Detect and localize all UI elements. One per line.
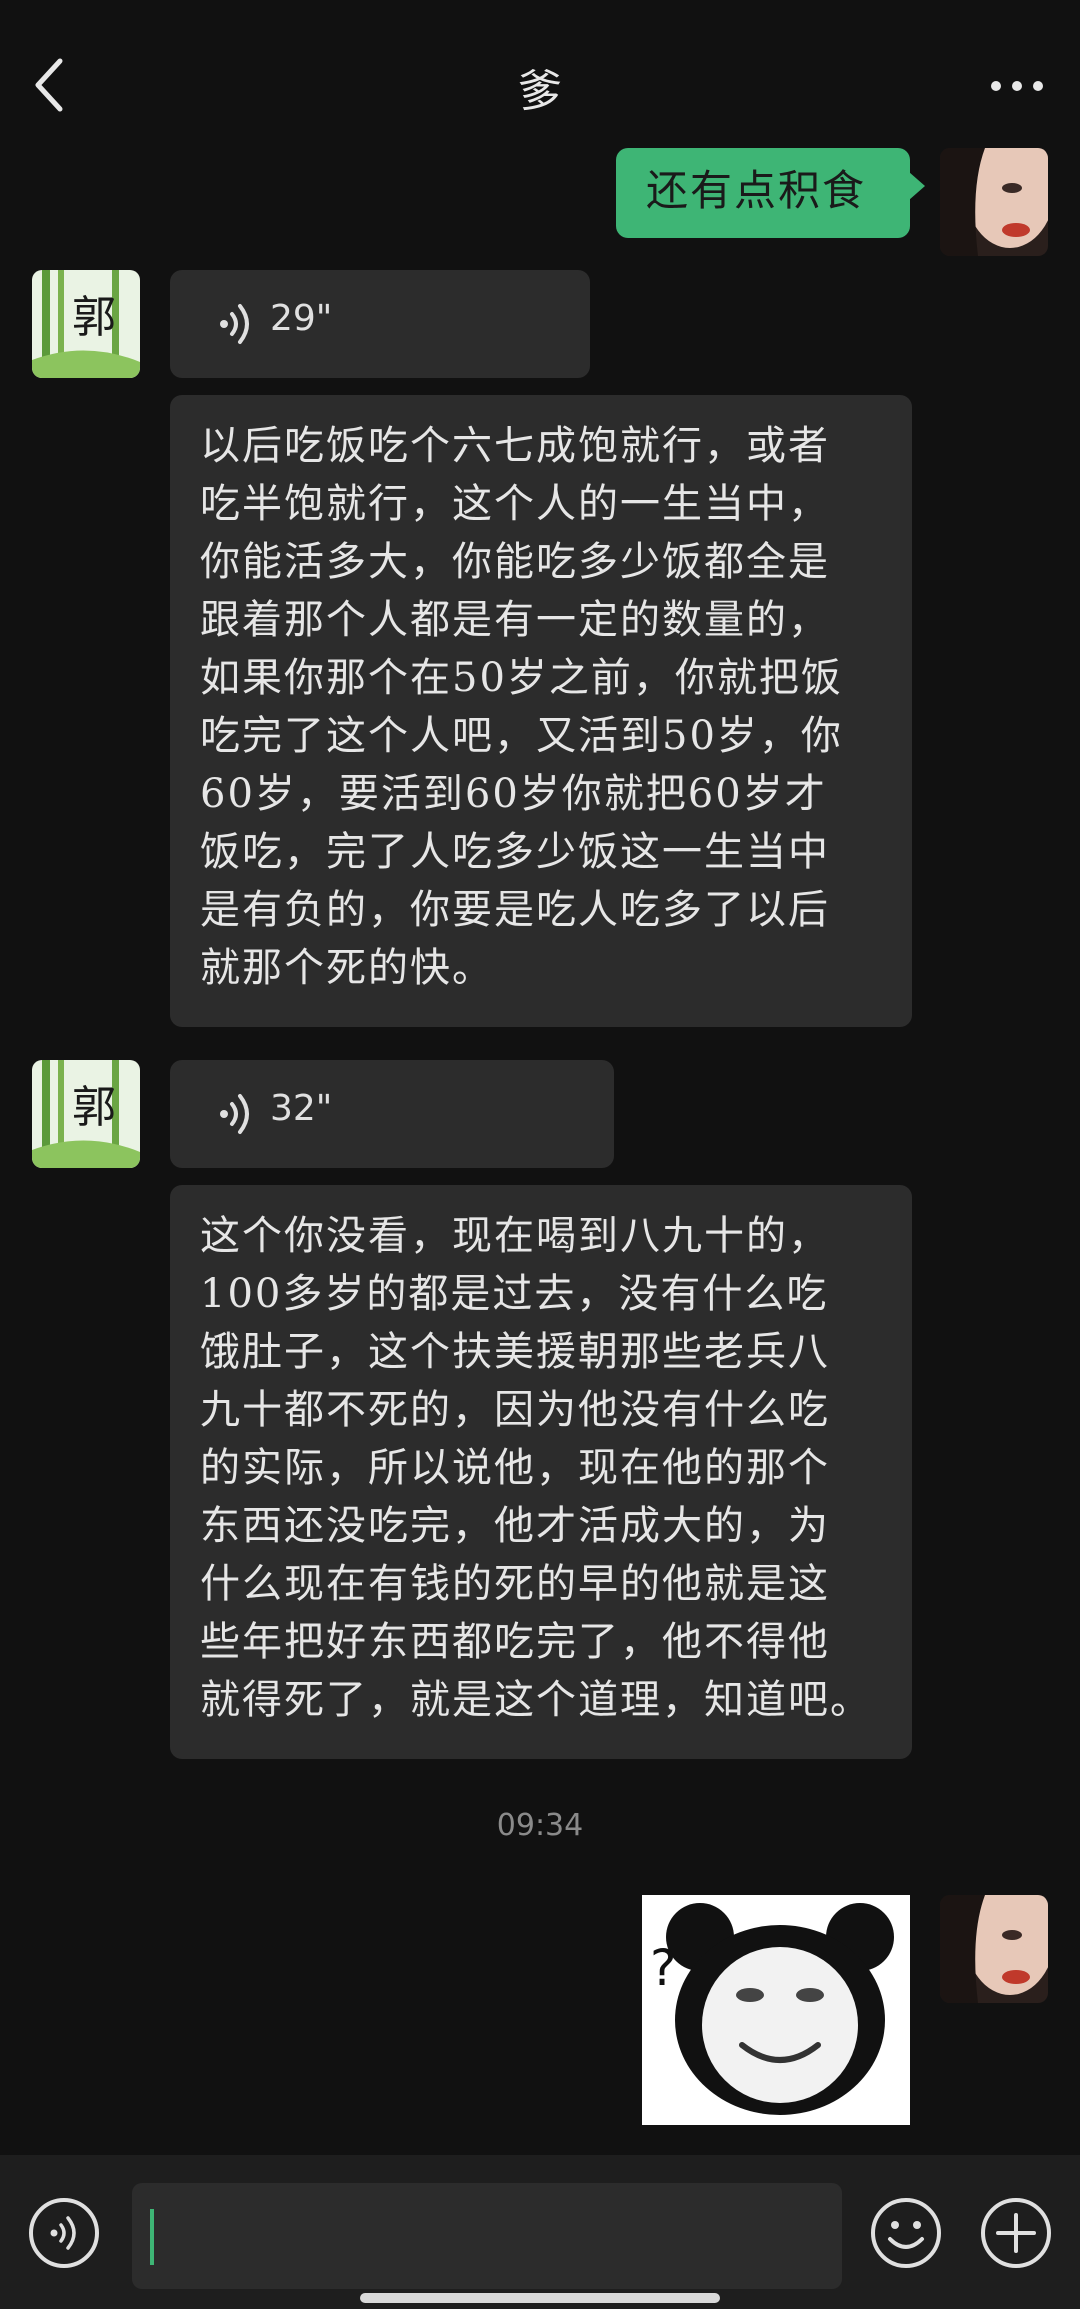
message-line: 吃完了这个人吧，又活到50岁，你 (200, 713, 843, 759)
message-line: 什么现在有钱的死的早的他就是这 (200, 1561, 830, 1607)
message-line: 以后吃饭吃个六七成饱就行，或者 (200, 423, 830, 469)
svg-text:?: ? (650, 1939, 677, 1997)
voice-duration: 29" (270, 298, 333, 339)
bubble-tail (909, 172, 925, 200)
timestamp: 09:34 (496, 1808, 584, 1843)
message-line: 饭吃，完了人吃多少饭这一生当中 (200, 829, 830, 875)
message-line: 东西还没吃完，他才活成大的，为 (200, 1503, 830, 1549)
message-input[interactable] (132, 2183, 842, 2289)
message-line: 就那个死的快。 (200, 945, 494, 991)
message-line: 60岁，要活到60岁你就把60岁才 (200, 771, 827, 817)
message-line: 如果你那个在50岁之前，你就把饭 (200, 655, 843, 701)
my-avatar[interactable] (940, 148, 1048, 256)
voice-wave-icon (218, 1090, 254, 1138)
smiley-icon[interactable] (870, 2197, 942, 2269)
voice-message[interactable]: 29" (170, 270, 590, 378)
dad-avatar[interactable]: 郭 (32, 1060, 140, 1168)
message-bubble-self[interactable]: 还有点积食 (616, 148, 910, 238)
svg-text:郭: 郭 (72, 292, 116, 343)
message-line: 是有负的，你要是吃人吃多了以后 (200, 887, 830, 933)
home-indicator (360, 2293, 720, 2303)
voice-wave-icon (218, 300, 254, 348)
voice-mode-icon[interactable] (28, 2197, 100, 2269)
message-line: 就得死了，就是这个道理，知道吧。 (200, 1677, 872, 1723)
svg-text:郭: 郭 (72, 1082, 116, 1133)
chat-header: 爹 (0, 0, 1080, 150)
my-avatar[interactable] (940, 1895, 1048, 2003)
voice-duration: 32" (270, 1088, 333, 1129)
message-line: 些年把好东西都吃完了，他不得他 (200, 1619, 830, 1665)
chat-screen: 爹 还有点积食 郭 29" 以后吃饭吃个六七成饱就行，或者 吃半饱就行，这个人的… (0, 0, 1080, 2309)
message-line: 九十都不死的，因为他没有什么吃 (200, 1387, 830, 1433)
voice-message[interactable]: 32" (170, 1060, 614, 1168)
message-bubble-other[interactable]: 这个你没看，现在喝到八九十的， 100多岁的都是过去，没有什么吃 饿肚子，这个扶… (170, 1185, 912, 1759)
message-line: 饿肚子，这个扶美援朝那些老兵八 (200, 1329, 830, 1375)
panda-meme-sticker[interactable]: ? (642, 1895, 910, 2125)
more-dots-icon[interactable] (982, 62, 1052, 102)
message-line: 这个你没看，现在喝到八九十的， (200, 1213, 830, 1259)
input-bar (0, 2155, 1080, 2309)
dad-avatar[interactable]: 郭 (32, 270, 140, 378)
message-text: 还有点积食 (646, 166, 867, 215)
message-line: 跟着那个人都是有一定的数量的， (200, 597, 830, 643)
message-bubble-other[interactable]: 以后吃饭吃个六七成饱就行，或者 吃半饱就行，这个人的一生当中， 你能活多大，你能… (170, 395, 912, 1027)
chat-title: 爹 (518, 66, 562, 117)
message-line: 的实际，所以说他，现在他的那个 (200, 1445, 830, 1491)
text-caret (150, 2209, 154, 2265)
message-line: 100多岁的都是过去，没有什么吃 (200, 1271, 829, 1317)
message-line: 吃半饱就行，这个人的一生当中， (200, 481, 830, 527)
plus-icon[interactable] (980, 2197, 1052, 2269)
message-line: 你能活多大，你能吃多少饭都全是 (200, 539, 830, 585)
